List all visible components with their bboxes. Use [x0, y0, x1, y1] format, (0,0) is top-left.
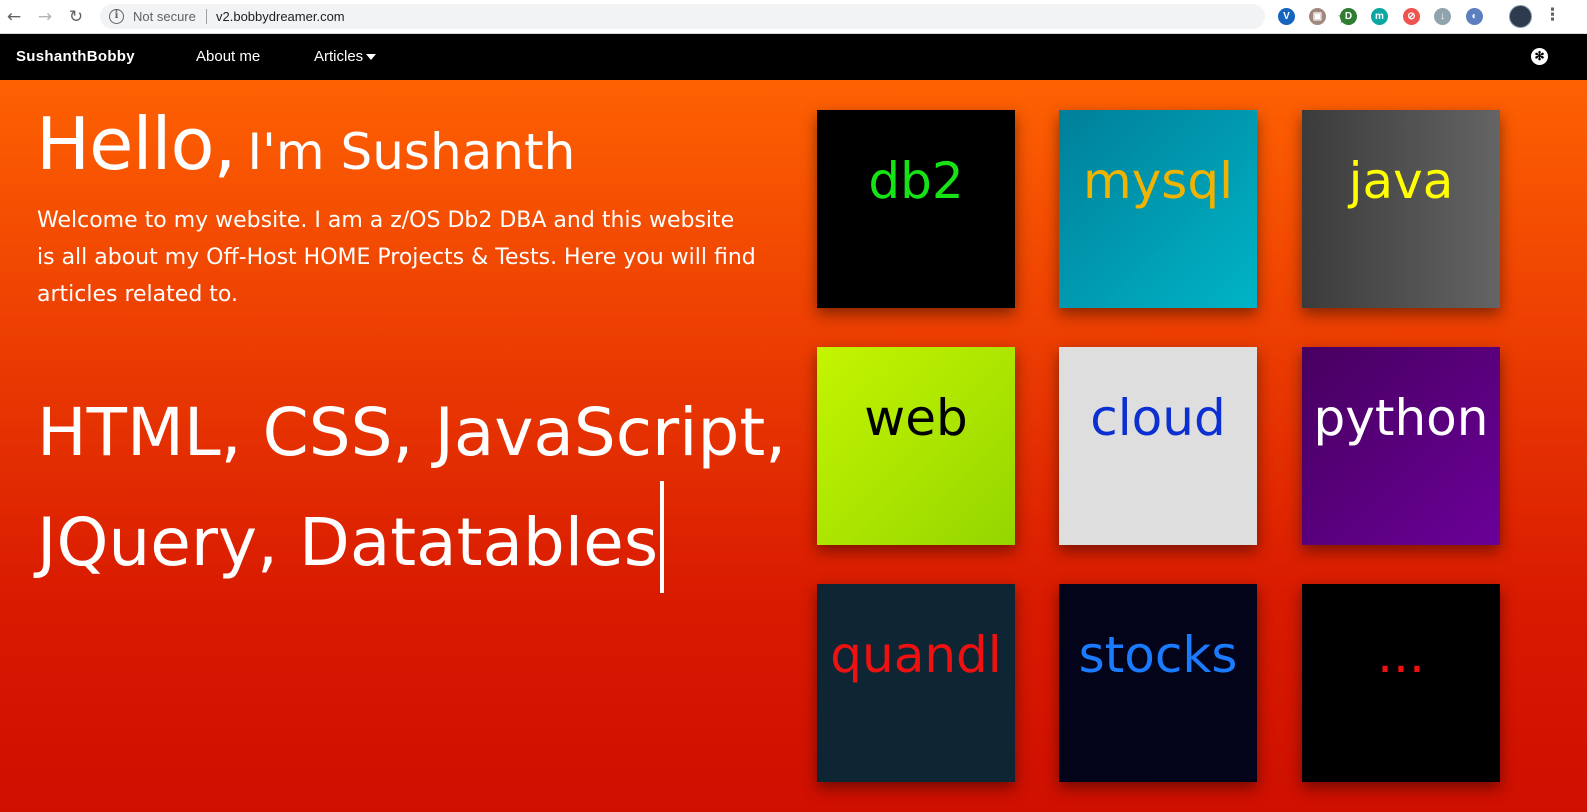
address-bar[interactable]: i Not secure v2.bobbydreamer.com ☆ [100, 4, 1352, 29]
brand-logo[interactable]: SushanthBobby [16, 48, 135, 65]
tile-quandl[interactable]: quandl [817, 584, 1015, 782]
tile-cloud[interactable]: cloud [1059, 347, 1257, 545]
back-icon[interactable]: ← [3, 6, 25, 28]
security-label: Not secure [133, 9, 196, 24]
forward-icon[interactable]: → [34, 6, 56, 28]
nav-articles-label: Articles [314, 48, 364, 65]
tile-label: cloud [1090, 389, 1226, 447]
tile-label: mysql [1083, 152, 1233, 210]
tile-label: stocks [1078, 626, 1238, 684]
typed-line-2-text: JQuery, Datatables [37, 504, 659, 581]
omnibox-divider [206, 9, 207, 24]
reload-icon[interactable]: ↻ [65, 6, 87, 28]
printer-ext-icon[interactable]: ▣ [1309, 8, 1326, 25]
tile-stocks[interactable]: stocks [1059, 584, 1257, 782]
tile-label: ... [1377, 626, 1425, 684]
tile-db2[interactable]: db2 [817, 110, 1015, 308]
tile-label: quandl [830, 626, 1002, 684]
info-icon[interactable]: i [109, 9, 124, 24]
vivaldi-ext-icon[interactable]: V [1278, 8, 1295, 25]
typed-line-2: JQuery, Datatables [37, 480, 797, 598]
site-navbar: SushanthBobby About me Articles ✻ [0, 34, 1587, 80]
tile-java[interactable]: java [1302, 110, 1500, 308]
typed-line-1: HTML, CSS, JavaScript, [37, 394, 787, 471]
tile-label: java [1348, 152, 1454, 210]
m-ext-icon[interactable]: m [1371, 8, 1388, 25]
tile-label: python [1313, 389, 1489, 447]
tile-label: db2 [868, 152, 964, 210]
download-ext-icon[interactable]: ↓ [1434, 8, 1451, 25]
compass-ext-icon[interactable]: ◐ [1466, 8, 1483, 25]
tile-more[interactable]: ... [1302, 584, 1500, 782]
nav-articles[interactable]: Articles [314, 48, 377, 65]
tile-web[interactable]: web [817, 347, 1015, 545]
hello-text: Hello, [36, 102, 236, 186]
menu-kebab-icon[interactable]: ⋮ [1544, 5, 1561, 25]
profile-avatar[interactable] [1509, 5, 1532, 28]
typed-text: HTML, CSS, JavaScript, JQuery, Datatable… [37, 378, 797, 598]
tile-label: web [864, 389, 968, 447]
pushbullet-ext-icon[interactable]: D [1340, 8, 1357, 25]
typing-cursor [660, 480, 665, 593]
hero-heading: Hello, I'm Sushanth [36, 102, 575, 186]
blocker-ext-icon[interactable]: ⊘ [1403, 8, 1420, 25]
tile-python[interactable]: python [1302, 347, 1500, 545]
settings-icon[interactable]: ✻ [1531, 48, 1548, 65]
url-text[interactable]: v2.bobbydreamer.com [216, 9, 345, 24]
tile-mysql[interactable]: mysql [1059, 110, 1257, 308]
welcome-paragraph: Welcome to my website. I am a z/OS Db2 D… [37, 208, 756, 307]
nav-about-me[interactable]: About me [196, 48, 260, 65]
hero-name: I'm Sushanth [247, 123, 576, 181]
caret-down-icon [366, 54, 377, 61]
browser-toolbar: ← → ↻ i Not secure v2.bobbydreamer.com ☆… [0, 0, 1587, 34]
